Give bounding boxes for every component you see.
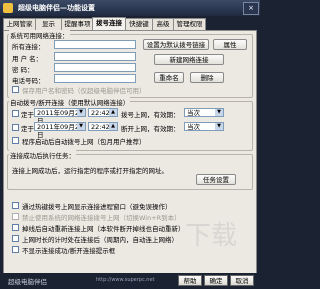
- password-field[interactable]: [54, 63, 136, 72]
- row2-time: 22:42: [91, 123, 110, 131]
- app-icon: [3, 3, 13, 13]
- new-connection-button[interactable]: 新建网络连接: [154, 54, 224, 65]
- option-label-4: 上网时长的计时处在连接后（周期内，自动连上网络）: [22, 236, 178, 244]
- spin-icon[interactable]: ▲: [109, 109, 117, 116]
- brand-text: 超级电脑伴侣: [8, 278, 47, 286]
- row2-action: 断开上网，有效期：: [121, 125, 180, 133]
- rename-button[interactable]: 重命名: [154, 72, 184, 83]
- connection-list[interactable]: [54, 40, 136, 49]
- row2-date-picker[interactable]: 2011年09月21日 ▼: [34, 122, 86, 139]
- close-icon[interactable]: ×: [243, 2, 259, 15]
- option-label-2: 禁止使用系统的网络连接拨号上网（切换Win+R到本）: [22, 214, 181, 222]
- option-checkbox-4[interactable]: [12, 235, 19, 242]
- tab-hotkeys[interactable]: 快捷键: [125, 18, 153, 30]
- ok-button[interactable]: 确定: [204, 275, 228, 286]
- row2-label: 定于: [21, 125, 34, 133]
- cancel-button[interactable]: 取消: [230, 275, 254, 286]
- status-bar: 超级电脑伴侣 http://www.superpc.net 帮助 确定 取消: [0, 273, 260, 289]
- tab-dialup[interactable]: 拨号连接: [92, 17, 126, 31]
- tab-display[interactable]: 显示: [35, 18, 62, 30]
- row1-period: 当次: [187, 109, 200, 117]
- tab-advanced[interactable]: 高级: [152, 18, 174, 30]
- task-desc: 连接上网成功后，运行指定的程序或打开指定的网址。: [12, 167, 168, 175]
- chevron-down-icon[interactable]: ▼: [77, 123, 85, 130]
- option-label-3: 掉线后自动重新连接上网（本软件断开掉线也自动重新）: [22, 225, 185, 233]
- option-checkbox-5[interactable]: [12, 246, 19, 253]
- row1-label: 定于: [21, 111, 34, 119]
- task-settings-button[interactable]: 任务设置: [196, 174, 236, 185]
- row1-action: 拨号上网，有效期：: [121, 111, 180, 119]
- task-group-title: 连接成功后执行任务：: [9, 150, 76, 160]
- phone-field[interactable]: [54, 74, 136, 83]
- row1-time: 22:42: [91, 109, 110, 117]
- save-password-checkbox[interactable]: [12, 86, 19, 93]
- password-label: 密 码：: [12, 66, 34, 74]
- row1-date-picker[interactable]: 2011年09月21日 ▼: [34, 108, 86, 125]
- phone-label: 电话号码：: [12, 77, 45, 85]
- properties-button[interactable]: 属性: [213, 39, 247, 50]
- row2-period: 当次: [187, 123, 200, 131]
- save-password-label: 保存用户名和密码（仅超级电脑伴侣可用）: [22, 87, 146, 95]
- tab-reminders[interactable]: 提醒事项: [61, 18, 94, 30]
- set-default-button[interactable]: 设置为默认拨号链接: [143, 39, 209, 50]
- chevron-down-icon[interactable]: ▼: [215, 123, 223, 130]
- option-label-5: 不显示连接成功/断开连接提示框: [22, 247, 116, 255]
- auto-dial-title: 自动拨号/断开连接（使用默认网络连接）: [9, 97, 131, 107]
- window-title: 超级电脑伴侣—功能设置: [18, 4, 95, 12]
- startup-dial-label: 程序启动后自动拨号上网（包月用户推荐）: [22, 138, 146, 146]
- tab-internet-manager[interactable]: 上网管家: [3, 18, 36, 30]
- row2-period-select[interactable]: 当次 ▼: [184, 122, 224, 131]
- row1-time-picker[interactable]: 22:42 ▲: [88, 108, 118, 117]
- auto-dial-checkbox[interactable]: [12, 110, 19, 117]
- conn-label: 所有连接：: [12, 43, 45, 51]
- chevron-down-icon[interactable]: ▼: [215, 109, 223, 116]
- option-checkbox-1[interactable]: [12, 202, 19, 209]
- option-label-1: 通过热键拨号上网显示连接进程窗口（避免误操作）: [22, 203, 172, 211]
- chevron-down-icon[interactable]: ▼: [77, 109, 85, 116]
- title-bar: 超级电脑伴侣—功能设置 ×: [0, 0, 260, 16]
- tab-permissions[interactable]: 管理权限: [173, 18, 206, 30]
- option-checkbox-3[interactable]: [12, 224, 19, 231]
- option-checkbox-2[interactable]: [12, 213, 19, 220]
- website-url: http://www.superpc.net: [96, 277, 155, 283]
- spin-icon[interactable]: ▲: [109, 123, 117, 130]
- username-label: 用 户 名：: [12, 55, 43, 63]
- tab-bar: 上网管家 显示 提醒事项 拨号连接 快捷键 高级 管理权限: [3, 17, 257, 31]
- row1-period-select[interactable]: 当次 ▼: [184, 108, 224, 117]
- watermark: 下载: [185, 221, 238, 251]
- delete-button[interactable]: 删除: [190, 72, 224, 83]
- username-field[interactable]: [54, 52, 136, 61]
- network-group-title: 系统可用网络连接：: [9, 30, 70, 40]
- row2-time-picker[interactable]: 22:42 ▲: [88, 122, 118, 131]
- auto-hangup-checkbox[interactable]: [12, 124, 19, 131]
- startup-dial-checkbox[interactable]: [12, 137, 19, 144]
- help-button[interactable]: 帮助: [178, 275, 202, 286]
